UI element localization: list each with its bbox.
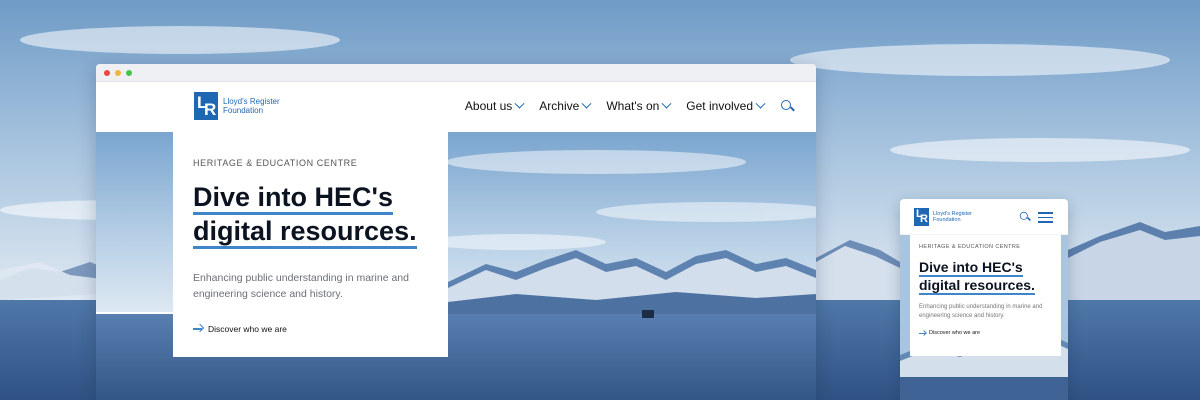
mobile-hero-lede: Enhancing public understanding in marine… xyxy=(919,304,1043,319)
site-logo[interactable]: L R Lloyd's Register Foundation xyxy=(194,92,293,120)
mobile-headline-line-1: Dive into HEC's xyxy=(919,259,1023,277)
mobile-logo-text: Lloyd's Register Foundation xyxy=(933,211,972,223)
cta-label: Discover who we are xyxy=(208,324,287,334)
nav-item-label: About us xyxy=(464,99,513,113)
logo-letter-r: R xyxy=(204,100,217,119)
lr-logo-mark-icon: L R xyxy=(914,208,929,226)
search-icon[interactable] xyxy=(1019,211,1030,222)
discover-cta-link[interactable]: Discover who we are xyxy=(193,324,428,334)
hero-headline: Dive into HEC's digital resources. xyxy=(193,180,428,249)
mobile-header: L R Lloyd's Register Foundation xyxy=(900,199,1068,235)
mobile-cta-label: Discover who we are xyxy=(929,330,981,336)
maximize-window-dot[interactable] xyxy=(126,69,132,76)
mobile-hero-card: HERITAGE & EDUCATION CENTRE Dive into HE… xyxy=(910,235,1061,356)
arrow-right-icon xyxy=(919,332,925,334)
minimize-window-dot[interactable] xyxy=(115,69,121,76)
chevron-down-icon xyxy=(661,98,672,109)
chevron-down-icon xyxy=(514,98,525,109)
mobile-discover-cta-link[interactable]: Discover who we are xyxy=(919,330,1052,336)
logo-text: Lloyd's Register Foundation xyxy=(223,97,280,115)
search-icon[interactable] xyxy=(780,99,794,113)
nav-item-about-us[interactable]: About us xyxy=(464,98,525,113)
logo-letter-r: R xyxy=(920,213,928,225)
mobile-device: L R Lloyd's Register Foundation HERITAGE… xyxy=(900,199,1068,400)
chevron-down-icon xyxy=(581,98,592,109)
nav-item-label: What's on xyxy=(606,99,660,113)
main-nav: About us Archive What's on Get involved xyxy=(464,98,794,113)
hero-card: HERITAGE & EDUCATION CENTRE Dive into HE… xyxy=(173,132,448,357)
ship xyxy=(642,310,654,318)
nav-item-get-involved[interactable]: Get involved xyxy=(686,98,766,113)
chevron-down-icon xyxy=(755,98,766,109)
menu-icon[interactable] xyxy=(1038,212,1053,223)
mobile-site-logo[interactable]: L R Lloyd's Register Foundation xyxy=(914,208,973,226)
nav-item-archive[interactable]: Archive xyxy=(539,98,592,113)
close-window-dot[interactable] xyxy=(104,69,110,76)
desktop-browser-window: L R Lloyd's Register Foundation About us… xyxy=(96,64,816,400)
nav-item-label: Archive xyxy=(539,99,580,113)
lr-logo-mark-icon: L R xyxy=(194,92,218,120)
hero-eyebrow: HERITAGE & EDUCATION CENTRE xyxy=(193,158,358,168)
nav-item-label: Get involved xyxy=(686,99,753,113)
headline-line-1: Dive into HEC's xyxy=(193,182,393,215)
site-header: L R Lloyd's Register Foundation About us… xyxy=(96,82,816,132)
hero-lede: Enhancing public understanding in marine… xyxy=(193,272,409,300)
headline-line-2: digital resources. xyxy=(193,216,417,249)
nav-item-whats-on[interactable]: What's on xyxy=(606,98,672,113)
mobile-headline-line-2: digital resources. xyxy=(919,277,1035,295)
mobile-hero-eyebrow: HERITAGE & EDUCATION CENTRE xyxy=(919,244,1021,250)
arrow-right-icon xyxy=(193,328,202,330)
mobile-hero-headline: Dive into HEC's digital resources. xyxy=(919,258,1052,295)
browser-chrome xyxy=(96,64,816,82)
